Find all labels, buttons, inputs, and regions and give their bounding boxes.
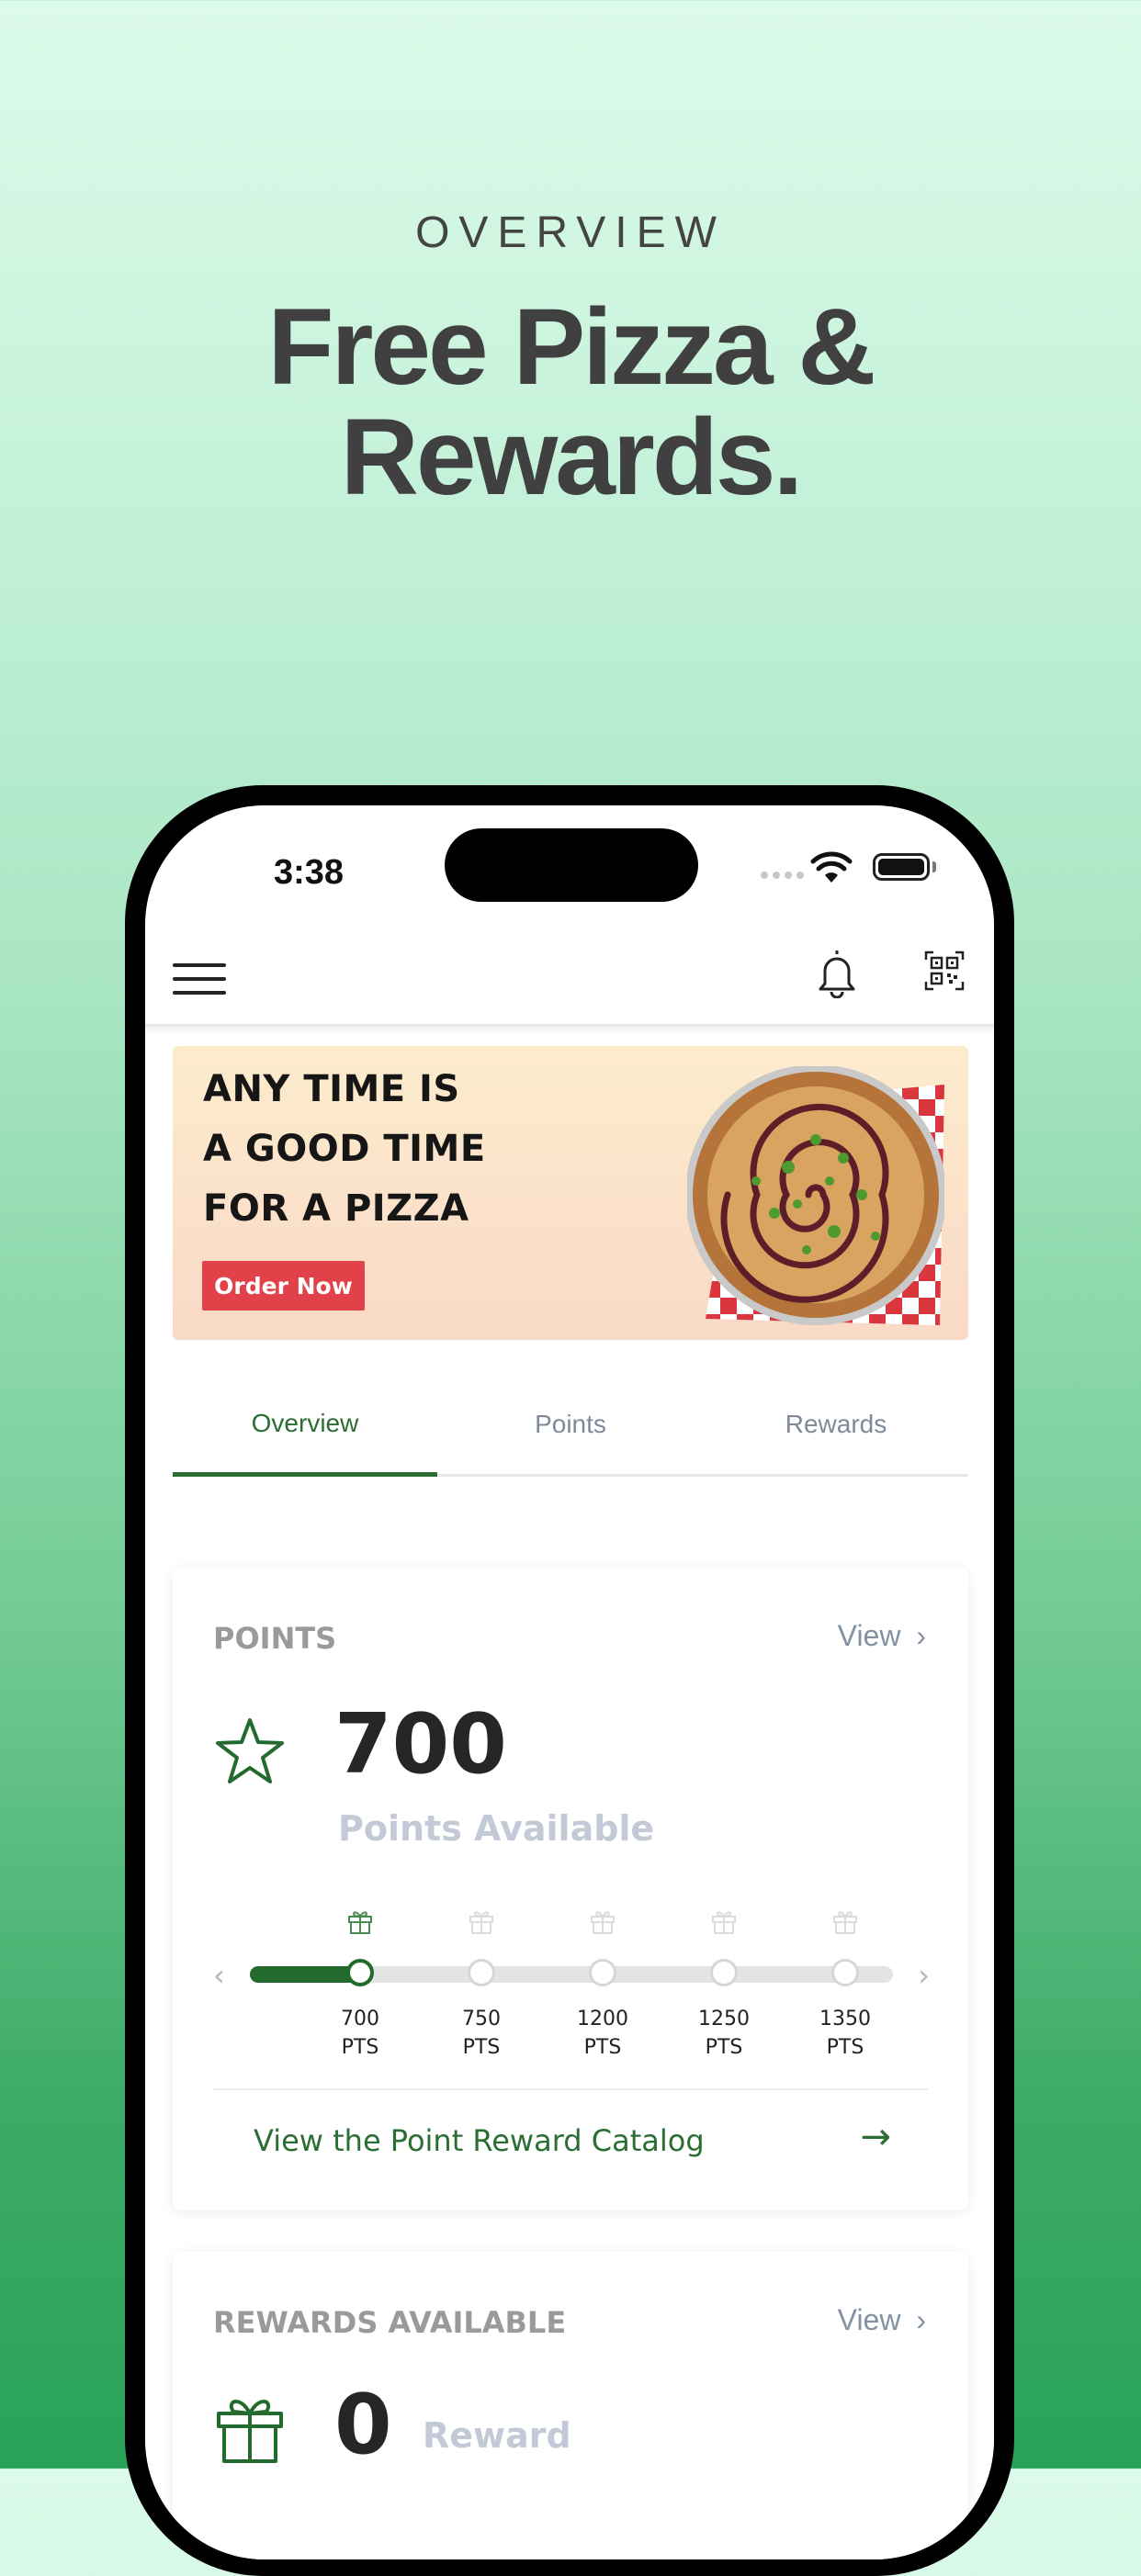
milestone-marker bbox=[468, 1959, 495, 1986]
phone-screen: 3:38 ANY TIME IS A GOOD TIME FOR A PIZZA… bbox=[145, 805, 994, 2559]
tab-points[interactable]: Points bbox=[438, 1375, 703, 1474]
points-card: POINTS View › 700 Points Available ‹ 700… bbox=[173, 1568, 968, 2210]
rewards-card-title: REWARDS AVAILABLE bbox=[213, 2305, 567, 2340]
points-view-label: View bbox=[837, 1619, 901, 1652]
milestone-unit: PTS bbox=[462, 2036, 501, 2059]
milestone-1350: 1350 PTS bbox=[799, 1907, 891, 2059]
tab-rewards[interactable]: Rewards bbox=[704, 1375, 968, 1474]
milestone-value: 1250 bbox=[698, 2008, 750, 2030]
promo-banner[interactable]: ANY TIME IS A GOOD TIME FOR A PIZZA Orde… bbox=[173, 1046, 968, 1340]
milestone-700: 700 PTS bbox=[314, 1907, 406, 2059]
milestone-unit: PTS bbox=[705, 2036, 743, 2059]
catalog-link-label: View the Point Reward Catalog bbox=[254, 2123, 705, 2158]
reward-catalog-link[interactable]: View the Point Reward Catalog → bbox=[213, 2088, 928, 2200]
qr-code-icon[interactable] bbox=[924, 951, 965, 991]
rewards-view-link[interactable]: View › bbox=[838, 2303, 926, 2337]
rewards-card: REWARDS AVAILABLE View › 0 Reward bbox=[173, 2252, 968, 2559]
points-view-link[interactable]: View › bbox=[838, 1619, 926, 1653]
dynamic-island bbox=[445, 828, 698, 902]
pizza-image bbox=[687, 1066, 944, 1325]
bell-icon[interactable] bbox=[816, 947, 858, 998]
gift-icon bbox=[591, 1911, 615, 1934]
chevron-right-icon: › bbox=[916, 1619, 926, 1652]
arrow-right-icon: → bbox=[860, 2116, 891, 2158]
milestone-marker bbox=[831, 1959, 859, 1986]
milestone-label: 700 PTS bbox=[314, 2005, 406, 2062]
milestone-750: 750 PTS bbox=[435, 1907, 527, 2059]
banner-line-1: ANY TIME IS bbox=[203, 1068, 460, 1110]
points-balance: 700 bbox=[334, 1696, 507, 1793]
milestone-value: 1350 bbox=[819, 2008, 871, 2030]
rewards-count: 0 bbox=[334, 2377, 392, 2473]
status-time: 3:38 bbox=[274, 853, 345, 892]
headline-line-2: Rewards. bbox=[340, 397, 804, 518]
wifi-icon bbox=[810, 851, 853, 883]
gift-icon bbox=[469, 1911, 493, 1934]
gift-icon bbox=[348, 1911, 372, 1934]
points-progress: ‹ 700 PTS 750 PTS 1200 PTS 1250 PTS 1350 PTS › bbox=[213, 1907, 930, 2059]
chevron-right-icon[interactable]: › bbox=[918, 1958, 930, 1993]
gift-icon bbox=[833, 1911, 857, 1934]
milestone-marker bbox=[589, 1959, 616, 1986]
app-bar bbox=[145, 925, 994, 1027]
headline-line-1: Free Pizza & bbox=[267, 287, 876, 408]
gift-icon bbox=[712, 1911, 736, 1934]
milestone-1250: 1250 PTS bbox=[678, 1907, 770, 2059]
milestone-marker bbox=[346, 1959, 374, 1986]
star-icon bbox=[216, 1718, 284, 1783]
tab-overview[interactable]: Overview bbox=[173, 1375, 437, 1477]
banner-line-2: A GOOD TIME bbox=[203, 1128, 486, 1170]
milestone-label: 1350 PTS bbox=[799, 2005, 891, 2062]
marketing-eyebrow: OVERVIEW bbox=[415, 208, 726, 257]
milestone-label: 750 PTS bbox=[435, 2005, 527, 2062]
milestone-value: 700 bbox=[341, 2008, 379, 2030]
milestone-label: 1250 PTS bbox=[678, 2005, 770, 2062]
hamburger-icon[interactable] bbox=[173, 963, 226, 995]
battery-icon bbox=[873, 853, 930, 881]
rewards-unit-label: Reward bbox=[423, 2415, 571, 2456]
milestone-value: 1200 bbox=[577, 2008, 628, 2030]
milestone-1200: 1200 PTS bbox=[557, 1907, 649, 2059]
chevron-left-icon[interactable]: ‹ bbox=[213, 1958, 225, 1993]
milestone-unit: PTS bbox=[826, 2036, 864, 2059]
milestone-unit: PTS bbox=[341, 2036, 379, 2059]
marketing-headline: Free Pizza & Rewards. bbox=[0, 292, 1141, 512]
order-now-button[interactable]: Order Now bbox=[202, 1261, 365, 1310]
tab-bar: Overview Points Rewards bbox=[173, 1375, 968, 1477]
rewards-view-label: View bbox=[837, 2303, 901, 2336]
milestone-label: 1200 PTS bbox=[557, 2005, 649, 2062]
points-available-label: Points Available bbox=[338, 1808, 655, 1849]
phone-frame: 3:38 ANY TIME IS A GOOD TIME FOR A PIZZA… bbox=[125, 785, 1014, 2576]
milestone-marker bbox=[710, 1959, 738, 1986]
points-card-title: POINTS bbox=[213, 1621, 337, 1656]
milestone-unit: PTS bbox=[583, 2036, 622, 2059]
banner-line-3: FOR A PIZZA bbox=[203, 1187, 469, 1230]
chevron-right-icon: › bbox=[916, 2303, 926, 2336]
milestone-value: 750 bbox=[462, 2008, 501, 2030]
cellular-signal-icon bbox=[761, 872, 804, 879]
gift-icon bbox=[217, 2400, 283, 2463]
